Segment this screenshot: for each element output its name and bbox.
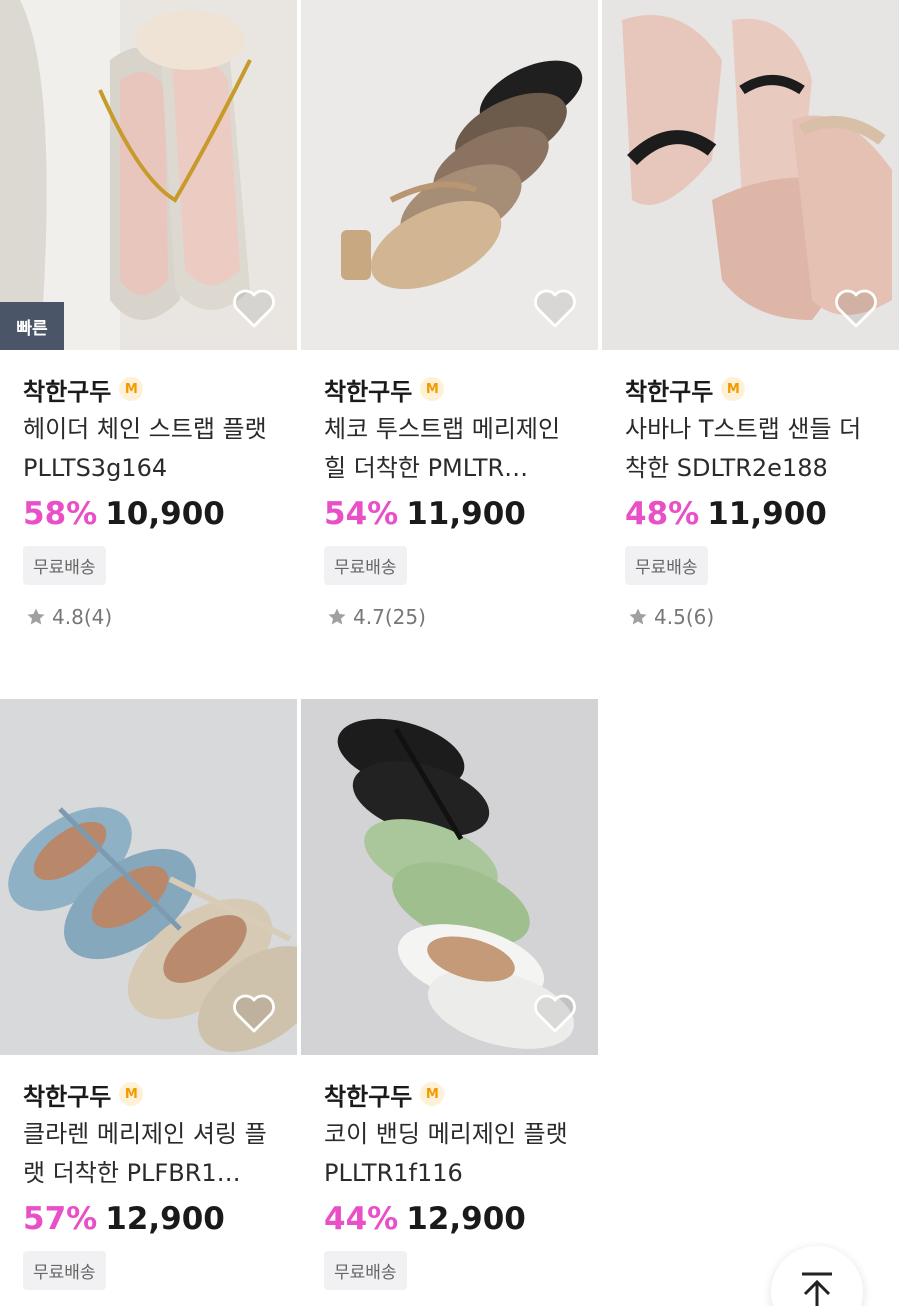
mall-badge: M	[721, 377, 746, 401]
product-card[interactable]: 착한구두 M 체코 투스트랩 메리제인힐 더착한 PMLTR… 54% 11,9…	[301, 0, 598, 629]
arrow-up-to-top-icon	[802, 1272, 832, 1306]
review-count: (6)	[685, 605, 715, 629]
brand-name[interactable]: 착한구두	[23, 1077, 111, 1112]
free-shipping-tag: 무료배송	[23, 1251, 106, 1290]
product-image[interactable]	[0, 699, 297, 1055]
discount-rate: 58%	[23, 496, 98, 532]
product-title[interactable]: 코이 밴딩 메리제인 플랫 PLLTR1f116	[324, 1115, 574, 1193]
product-image[interactable]	[301, 0, 598, 350]
discount-rate: 48%	[625, 496, 700, 532]
free-shipping-tag: 무료배송	[23, 546, 106, 585]
mall-badge: M	[119, 1082, 144, 1106]
brand-name[interactable]: 착한구두	[625, 372, 713, 407]
product-image[interactable]	[301, 699, 598, 1055]
heart-outline-icon[interactable]	[532, 991, 578, 1037]
product-card[interactable]: 착한구두 M 사바나 T스트랩 샌들 더착한 SDLTR2e188 48% 11…	[602, 0, 899, 629]
price: 11,900	[707, 496, 827, 532]
price: 11,900	[406, 496, 526, 532]
scroll-to-top-button[interactable]	[771, 1246, 863, 1306]
free-shipping-tag: 무료배송	[625, 546, 708, 585]
price: 12,900	[105, 1201, 225, 1237]
product-title[interactable]: 사바나 T스트랩 샌들 더착한 SDLTR2e188	[625, 410, 875, 488]
rating: 4.5 (6)	[625, 605, 899, 629]
product-card[interactable]: 착한구두 M 클라렌 메리제인 셔링 플랫 더착한 PLFBR1… 57% 12…	[0, 699, 297, 1290]
product-card[interactable]: 착한구두 M 코이 밴딩 메리제인 플랫 PLLTR1f116 44% 12,9…	[301, 699, 598, 1290]
product-grid: 빠른 착한구두 M 헤이더 체인 스트랩 플랫 PLLTS3g164 58% 1…	[0, 0, 899, 1306]
fast-delivery-badge: 빠른	[0, 302, 64, 350]
star-icon	[27, 608, 45, 625]
product-image[interactable]	[602, 0, 899, 350]
price: 10,900	[105, 496, 225, 532]
discount-rate: 44%	[324, 1201, 399, 1237]
product-card[interactable]: 빠른 착한구두 M 헤이더 체인 스트랩 플랫 PLLTS3g164 58% 1…	[0, 0, 297, 629]
product-title[interactable]: 체코 투스트랩 메리제인힐 더착한 PMLTR…	[324, 410, 574, 488]
mall-badge: M	[119, 377, 144, 401]
heart-outline-icon[interactable]	[231, 991, 277, 1037]
brand-name[interactable]: 착한구두	[324, 1077, 412, 1112]
rating: 4.8 (4)	[23, 605, 297, 629]
rating-score: 4.5	[654, 605, 686, 629]
product-image[interactable]: 빠른	[0, 0, 297, 350]
heart-outline-icon[interactable]	[231, 286, 277, 332]
heart-outline-icon[interactable]	[532, 286, 578, 332]
discount-rate: 54%	[324, 496, 399, 532]
free-shipping-tag: 무료배송	[324, 546, 407, 585]
price: 12,900	[406, 1201, 526, 1237]
brand-name[interactable]: 착한구두	[324, 372, 412, 407]
review-count: (25)	[384, 605, 426, 629]
heart-outline-icon[interactable]	[833, 286, 879, 332]
mall-badge: M	[420, 1082, 445, 1106]
brand-name[interactable]: 착한구두	[23, 372, 111, 407]
rating-score: 4.8	[52, 605, 84, 629]
rating: 4.7 (25)	[324, 605, 598, 629]
product-title[interactable]: 클라렌 메리제인 셔링 플랫 더착한 PLFBR1…	[23, 1115, 273, 1193]
star-icon	[629, 608, 647, 625]
star-icon	[328, 608, 346, 625]
discount-rate: 57%	[23, 1201, 98, 1237]
mall-badge: M	[420, 377, 445, 401]
free-shipping-tag: 무료배송	[324, 1251, 407, 1290]
product-title[interactable]: 헤이더 체인 스트랩 플랫 PLLTS3g164	[23, 410, 273, 488]
rating-score: 4.7	[353, 605, 385, 629]
review-count: (4)	[83, 605, 113, 629]
